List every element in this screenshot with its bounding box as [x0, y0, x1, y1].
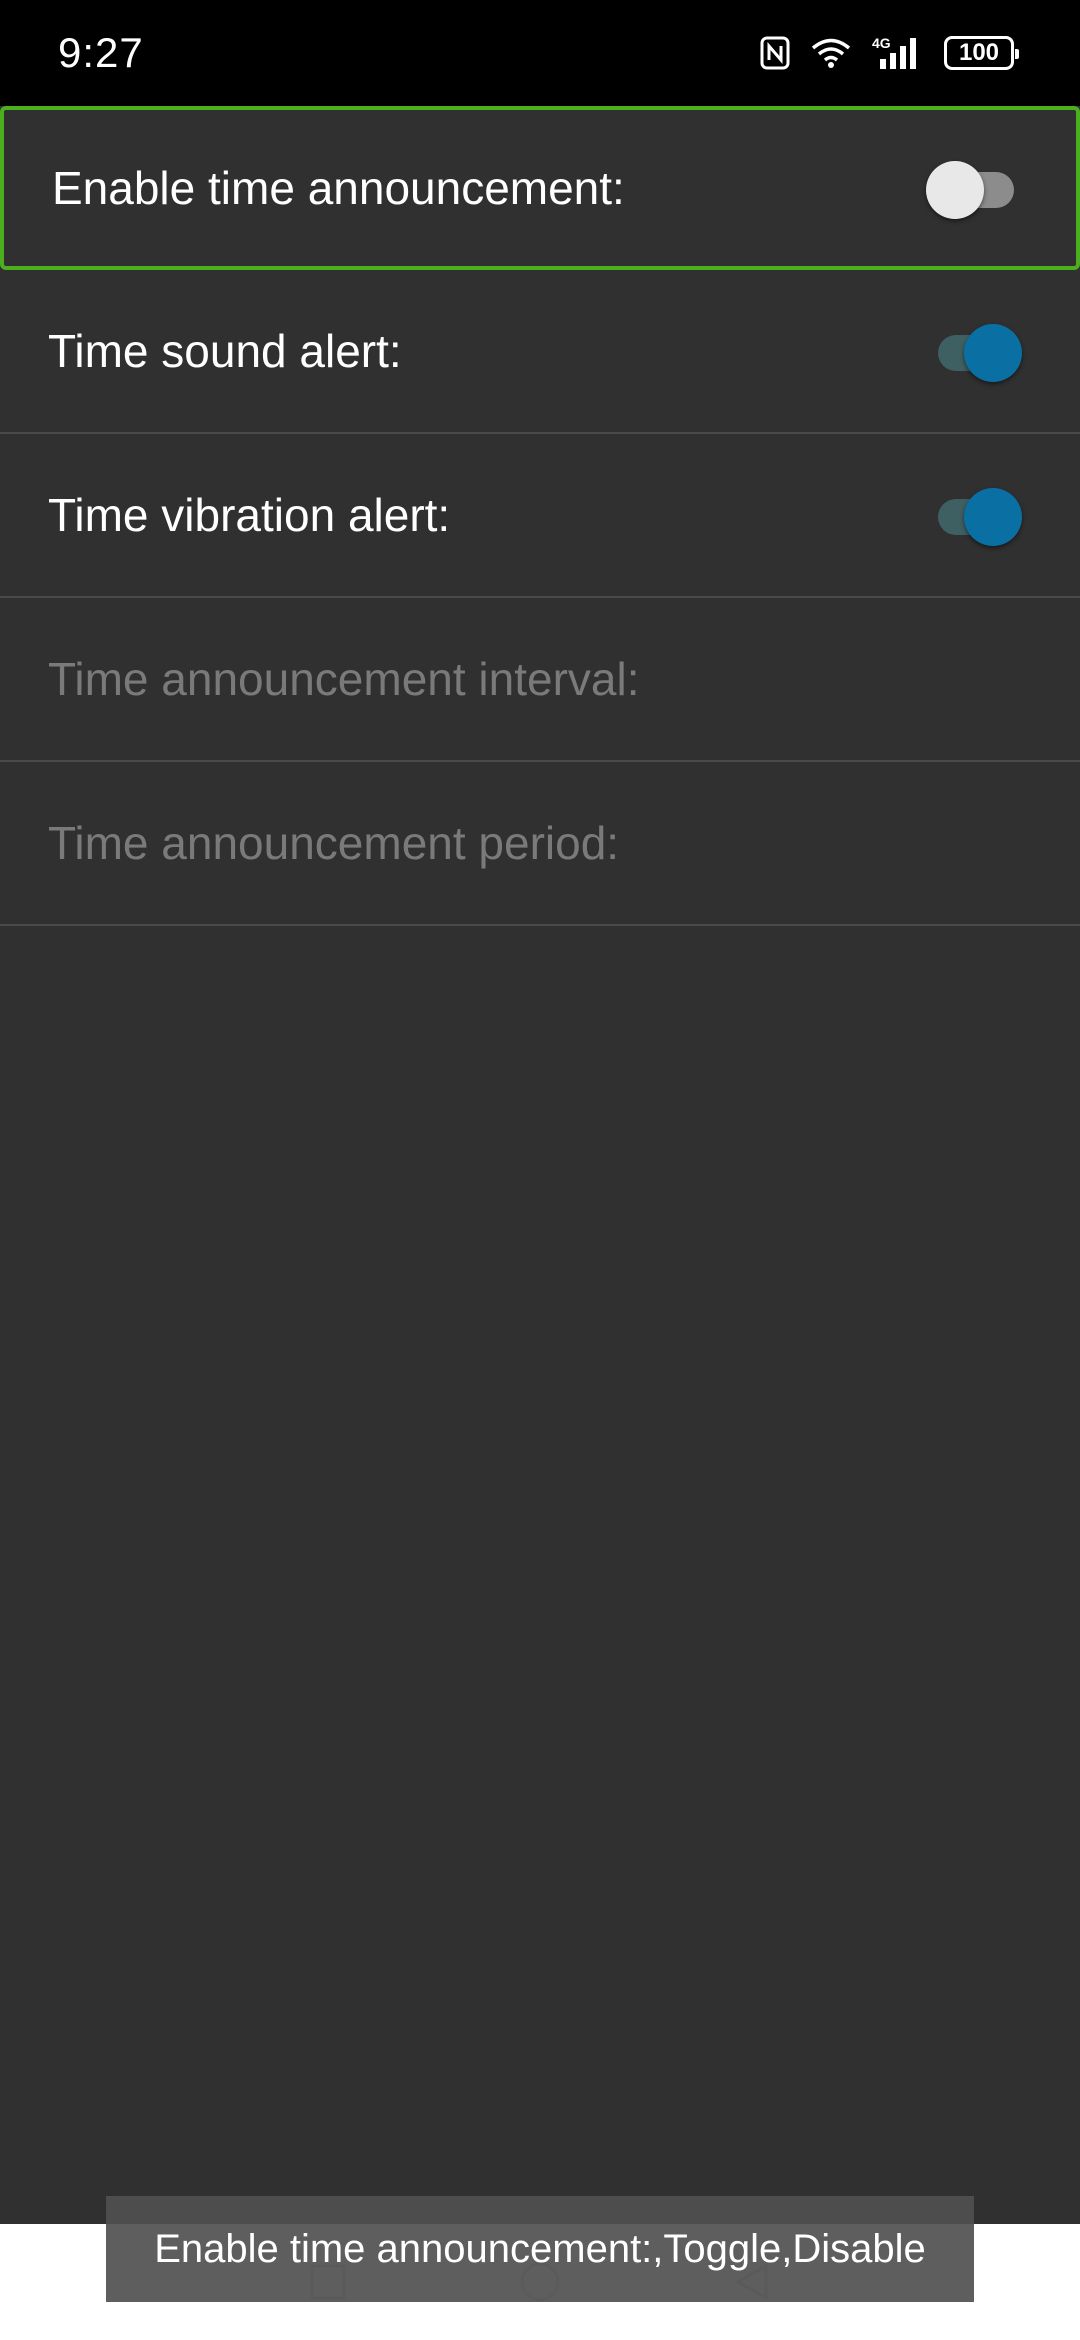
time-sound-alert-toggle[interactable]	[930, 324, 1022, 382]
setting-label: Time vibration alert:	[48, 489, 451, 541]
toggle-thumb	[964, 324, 1022, 382]
status-bar: 9:27 4G 100	[0, 0, 1080, 106]
settings-list: Enable time announcement: Time sound ale…	[0, 106, 1080, 926]
time-vibration-alert-toggle[interactable]	[930, 488, 1022, 546]
accessibility-toast: Enable time announcement:,Toggle,Disable	[106, 2196, 974, 2302]
setting-time-announcement-period: Time announcement period:	[0, 762, 1080, 926]
toggle-thumb	[964, 488, 1022, 546]
setting-label: Time announcement interval:	[48, 653, 640, 705]
toggle-thumb	[926, 161, 984, 219]
setting-time-sound-alert[interactable]: Time sound alert:	[0, 270, 1080, 434]
setting-label: Enable time announcement:	[52, 162, 625, 214]
status-time: 9:27	[58, 29, 144, 76]
wifi-icon	[810, 37, 852, 69]
setting-time-vibration-alert[interactable]: Time vibration alert:	[0, 434, 1080, 598]
nfc-icon	[760, 36, 790, 70]
setting-label: Time sound alert:	[48, 325, 402, 377]
enable-time-announcement-toggle[interactable]	[926, 161, 1018, 219]
setting-enable-time-announcement[interactable]: Enable time announcement:	[0, 106, 1080, 270]
battery-icon: 100	[944, 36, 1019, 70]
status-icons: 4G 100	[760, 35, 1019, 71]
setting-time-announcement-interval: Time announcement interval:	[0, 598, 1080, 762]
4g-signal-icon: 4G	[872, 35, 924, 71]
setting-label: Time announcement period:	[48, 817, 620, 869]
svg-text:4G: 4G	[872, 35, 891, 51]
